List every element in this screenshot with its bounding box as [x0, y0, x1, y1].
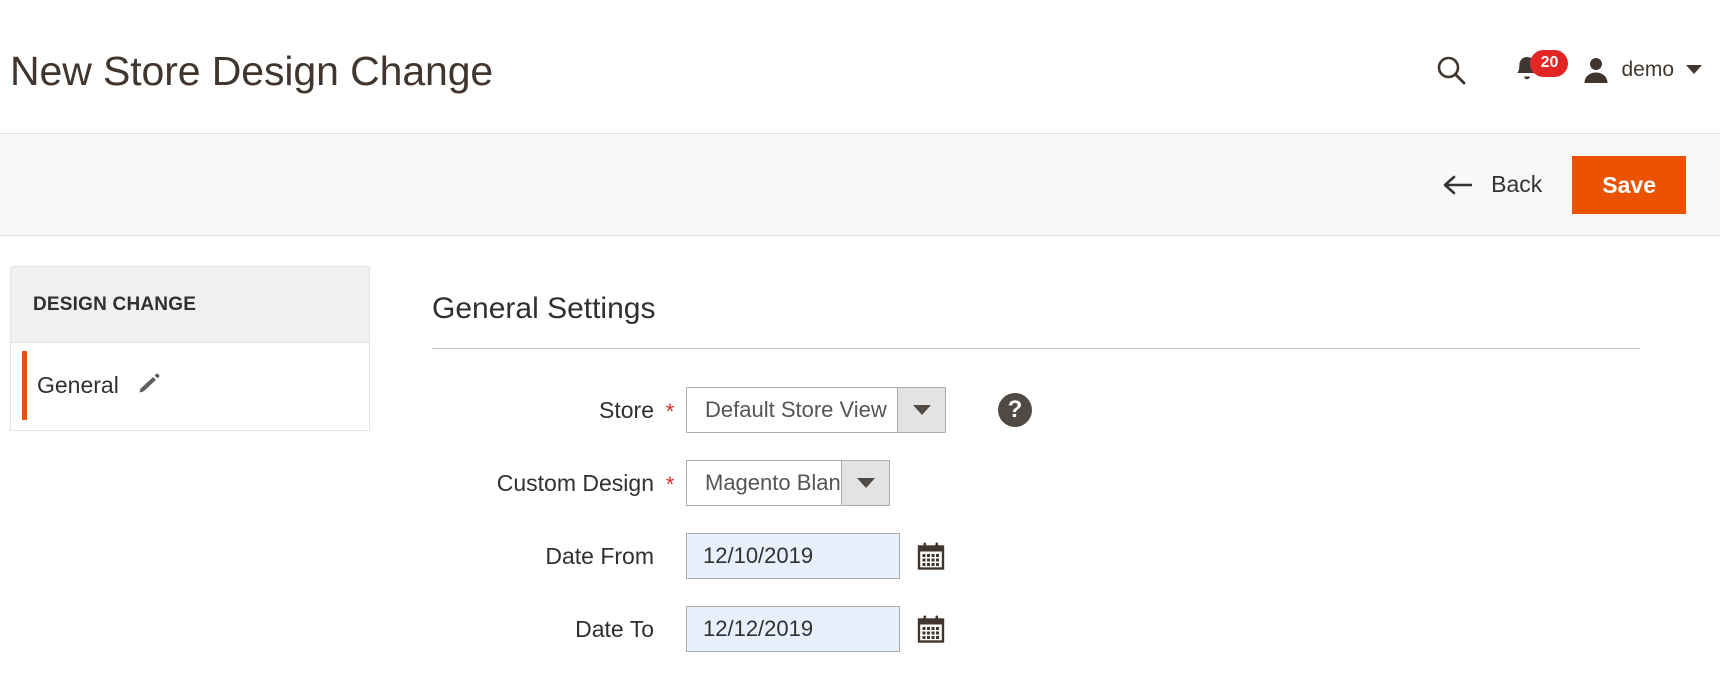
sidebar-item-general[interactable]: General: [11, 349, 369, 422]
chevron-down-icon: [912, 405, 931, 415]
pencil-glyph: [139, 373, 160, 393]
date-to-required-marker: [654, 627, 686, 631]
search-glyph: [1438, 56, 1466, 84]
page-title: New Store Design Change: [10, 48, 494, 94]
search-icon[interactable]: [1419, 46, 1483, 94]
page-header: New Store Design Change 20 demo: [0, 0, 1720, 133]
section-title: General Settings: [432, 292, 656, 325]
section-divider: [432, 348, 1640, 349]
custom-design-required-marker: *: [665, 472, 675, 497]
date-to-control: [686, 606, 948, 652]
store-label: Store: [599, 396, 654, 423]
store-control: Default Store View ?: [686, 387, 1032, 433]
header-actions: 20 demo: [1419, 40, 1702, 94]
chevron-down-icon: [1686, 65, 1702, 74]
save-button[interactable]: Save: [1572, 155, 1686, 214]
date-to-input[interactable]: [686, 606, 900, 652]
notification-count-badge: 20: [1530, 49, 1569, 77]
sidebar-item-label: General: [37, 372, 119, 398]
design-change-panel: DESIGN CHANGE General: [10, 266, 370, 431]
user-avatar-icon: [1584, 57, 1608, 83]
user-menu[interactable]: demo: [1571, 55, 1702, 85]
store-select-value: Default Store View: [705, 397, 887, 422]
back-button[interactable]: Back: [1437, 165, 1546, 204]
date-from-calendar-button[interactable]: [914, 539, 948, 573]
field-row-date-to: Date To: [432, 606, 1684, 652]
field-row-store: Store * Default Store View ?: [432, 387, 1684, 433]
sidebar-items: General: [11, 343, 369, 430]
user-name-label: demo: [1621, 57, 1674, 81]
chevron-down-icon: [856, 478, 875, 488]
page-actions-toolbar: Back Save: [0, 133, 1720, 236]
date-from-input[interactable]: [686, 533, 900, 579]
custom-design-select-dropdown-button[interactable]: [841, 461, 889, 505]
store-help-icon[interactable]: ?: [998, 393, 1032, 427]
calendar-icon: [917, 542, 945, 570]
store-select[interactable]: Default Store View: [686, 387, 946, 433]
pencil-icon: [137, 371, 161, 400]
page-main: DESIGN CHANGE General General Settings S…: [0, 236, 1720, 679]
custom-design-label: Custom Design: [496, 469, 654, 496]
date-from-control: [686, 533, 948, 579]
back-button-label: Back: [1491, 171, 1543, 197]
custom-design-select[interactable]: Magento Blank: [686, 460, 890, 506]
arrow-left-icon: [1443, 175, 1473, 194]
custom-design-control: Magento Blank: [686, 460, 890, 506]
store-select-dropdown-button[interactable]: [897, 388, 945, 432]
date-to-calendar-button[interactable]: [914, 612, 948, 646]
calendar-icon: [917, 615, 945, 643]
sidebar: DESIGN CHANGE General: [0, 236, 370, 679]
sidebar-title: DESIGN CHANGE: [11, 267, 369, 343]
date-to-label: Date To: [575, 615, 654, 642]
field-row-date-from: Date From: [432, 533, 1684, 579]
date-from-label: Date From: [545, 542, 654, 569]
custom-design-select-value: Magento Blank: [705, 470, 852, 495]
date-from-required-marker: [654, 554, 686, 558]
field-row-custom-design: Custom Design * Magento Blank: [432, 460, 1684, 506]
general-settings-section: General Settings Store * Default Store V…: [370, 236, 1720, 679]
notifications-button[interactable]: 20: [1483, 46, 1571, 94]
store-required-marker: *: [665, 399, 675, 424]
